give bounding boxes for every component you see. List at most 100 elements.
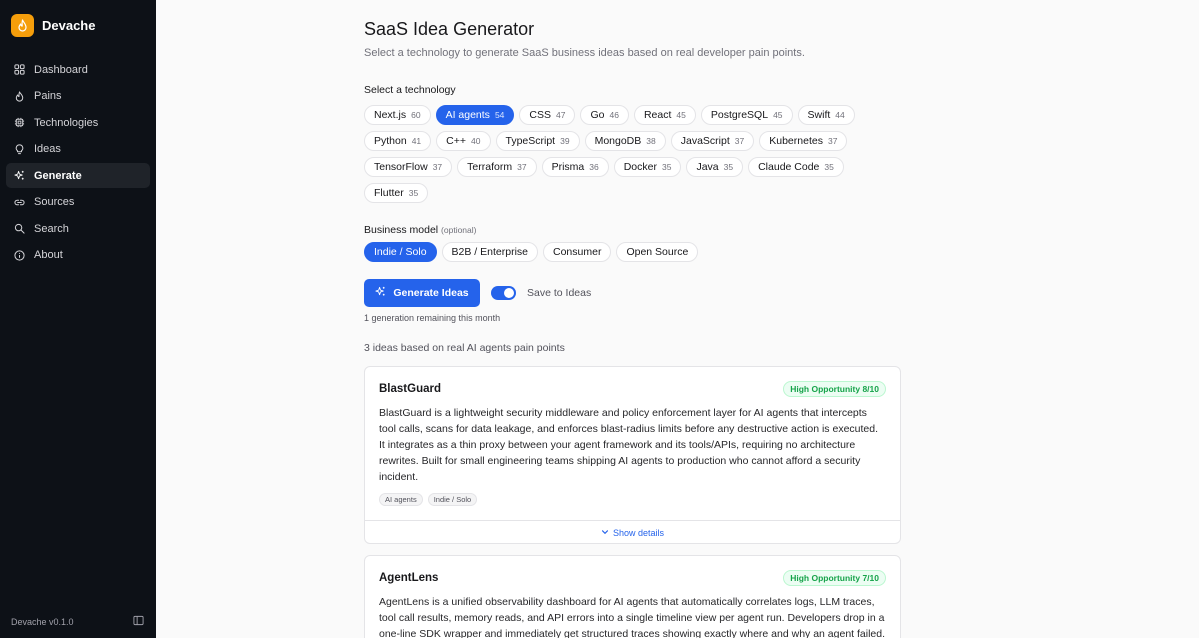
chip-count: 45 <box>773 110 783 120</box>
show-details-label: Show details <box>612 527 665 538</box>
chip-label: Indie / Solo <box>374 246 427 258</box>
info-icon <box>14 249 25 261</box>
chip-label: React <box>643 109 672 121</box>
chip-count: 47 <box>556 110 566 120</box>
tech-chip[interactable]: C++ 40 <box>436 131 491 151</box>
idea-tag: Indie / Solo <box>427 493 478 506</box>
idea-tags: AI agents Indie / Solo <box>379 493 478 506</box>
generate-row: Generate Ideas Save to Ideas <box>364 279 591 307</box>
sidebar-item-label: Technologies <box>34 116 99 129</box>
opportunity-badge: High Opportunity 7/10 <box>783 570 886 586</box>
idea-card-header: AgentLens High Opportunity 7/10 <box>379 570 886 586</box>
generate-ideas-button[interactable]: Generate Ideas <box>364 279 480 307</box>
chip-count: 40 <box>471 136 481 146</box>
tech-chip[interactable]: Swift 44 <box>797 105 855 125</box>
business-model-chip-selected[interactable]: Indie / Solo <box>364 242 437 262</box>
tech-chip[interactable]: TensorFlow 37 <box>364 157 453 177</box>
chip-count: 35 <box>723 162 734 172</box>
optional-hint: (optional) <box>441 225 477 235</box>
sidebar-item-sources[interactable]: Sources <box>6 190 150 215</box>
chip-label: Kubernetes <box>769 135 823 147</box>
chip-label: Prisma <box>551 161 585 173</box>
tech-chip[interactable]: Prisma 36 <box>541 157 609 177</box>
chip-count: 37 <box>734 136 745 146</box>
business-model-chip[interactable]: Consumer <box>543 242 612 262</box>
tech-chip[interactable]: CSS 47 <box>519 105 576 125</box>
sparkles-icon <box>14 170 25 181</box>
tech-chip[interactable]: TypeScript 39 <box>495 131 580 151</box>
chip-count: 35 <box>824 162 834 172</box>
technology-label: Select a technology <box>364 84 456 96</box>
chip-label: Open Source <box>626 246 689 258</box>
tech-chip[interactable]: JavaScript 37 <box>670 131 755 151</box>
tech-chip[interactable]: Docker 35 <box>613 157 682 177</box>
tech-chip[interactable]: React 45 <box>633 105 696 125</box>
save-to-ideas-toggle[interactable] <box>491 286 516 300</box>
sidebar-item-label: Dashboard <box>34 63 88 76</box>
tech-chip[interactable]: Claude Code 35 <box>748 157 844 177</box>
sidebar-item-search[interactable]: Search <box>6 216 150 241</box>
chip-count: 37 <box>827 136 838 146</box>
chip-count: 54 <box>494 110 505 120</box>
chip-count: 38 <box>646 136 656 146</box>
link-icon <box>14 197 25 208</box>
idea-card-header: BlastGuard High Opportunity 8/10 <box>379 381 886 397</box>
tech-chip[interactable]: Python 41 <box>364 131 432 151</box>
tech-chip[interactable]: Terraform 37 <box>457 157 537 177</box>
tech-chip-selected[interactable]: AI agents 54 <box>435 105 515 125</box>
chip-count: 44 <box>835 110 845 120</box>
chip-count: 39 <box>560 136 570 146</box>
tech-chip[interactable]: Kubernetes 37 <box>759 131 848 151</box>
tech-chip[interactable]: Java 35 <box>686 157 744 177</box>
chip-label: B2B / Enterprise <box>451 246 528 258</box>
sidebar-collapse-icon[interactable] <box>133 615 144 628</box>
tech-chip[interactable]: MongoDB 38 <box>584 131 666 151</box>
chip-label: JavaScript <box>680 135 730 147</box>
tech-chip[interactable]: PostgreSQL 45 <box>700 105 793 125</box>
sidebar-item-ideas[interactable]: Ideas <box>6 137 150 162</box>
chip-count: 37 <box>517 162 527 172</box>
page-subtitle: Select a technology to generate SaaS bus… <box>364 47 805 59</box>
business-model-chip[interactable]: B2B / Enterprise <box>441 242 538 262</box>
sidebar-item-label: Generate <box>34 169 82 182</box>
chip-count: 37 <box>432 162 443 172</box>
sidebar-item-technologies[interactable]: Technologies <box>6 110 150 135</box>
idea-description: AgentLens is a unified observability das… <box>379 596 886 638</box>
tech-chip[interactable]: Next.js 60 <box>364 105 431 125</box>
save-to-ideas-label: Save to Ideas <box>527 287 592 299</box>
chip-count: 35 <box>661 162 672 172</box>
technology-chips: Next.js 60 AI agents 54 CSS 47 Go 46 React 45… <box>364 105 901 203</box>
sidebar-item-label: Sources <box>34 196 75 208</box>
sidebar-item-pains[interactable]: Pains <box>6 84 150 109</box>
page-title: SaaS Idea Generator <box>364 19 535 39</box>
sidebar-item-label: Search <box>34 222 69 235</box>
sidebar-item-dashboard[interactable]: Dashboard <box>6 57 150 82</box>
business-model-chips: Indie / Solo B2B / Enterprise Consumer O… <box>364 242 901 262</box>
tech-chip[interactable]: Flutter 35 <box>364 183 429 203</box>
business-model-chip[interactable]: Open Source <box>616 242 699 262</box>
chip-label: Go <box>590 109 605 121</box>
sidebar-footer: Devache v0.1.0 <box>11 615 144 628</box>
sidebar-item-about[interactable]: About <box>6 243 150 268</box>
idea-description: BlastGuard is a lightweight security mid… <box>379 407 879 483</box>
brand[interactable]: Devache <box>11 14 95 37</box>
sparkles-icon <box>375 286 386 300</box>
generate-ideas-label: Generate Ideas <box>393 287 469 299</box>
chip-count: 36 <box>589 162 599 172</box>
generations-remaining: 1 generation remaining this month <box>364 313 501 323</box>
tech-chip[interactable]: Go 46 <box>580 105 629 125</box>
cpu-icon <box>14 117 25 128</box>
show-details-button[interactable]: Show details <box>365 520 900 543</box>
brand-name: Devache <box>42 18 96 33</box>
flame-logo-icon <box>11 14 34 37</box>
chip-count: 46 <box>609 110 619 120</box>
results-summary: 3 ideas based on real AI agents pain poi… <box>364 342 565 354</box>
chip-count: 35 <box>408 188 419 198</box>
idea-card: AgentLens High Opportunity 7/10 AgentLen… <box>364 555 901 638</box>
sidebar-nav: Dashboard Pains Technologies Ideas Gener… <box>6 57 150 269</box>
chip-label: MongoDB <box>594 135 642 147</box>
chip-label: Terraform <box>467 161 513 173</box>
idea-tag: AI agents <box>379 493 423 506</box>
sidebar-item-generate[interactable]: Generate <box>6 163 150 188</box>
chip-label: Next.js <box>374 109 407 121</box>
